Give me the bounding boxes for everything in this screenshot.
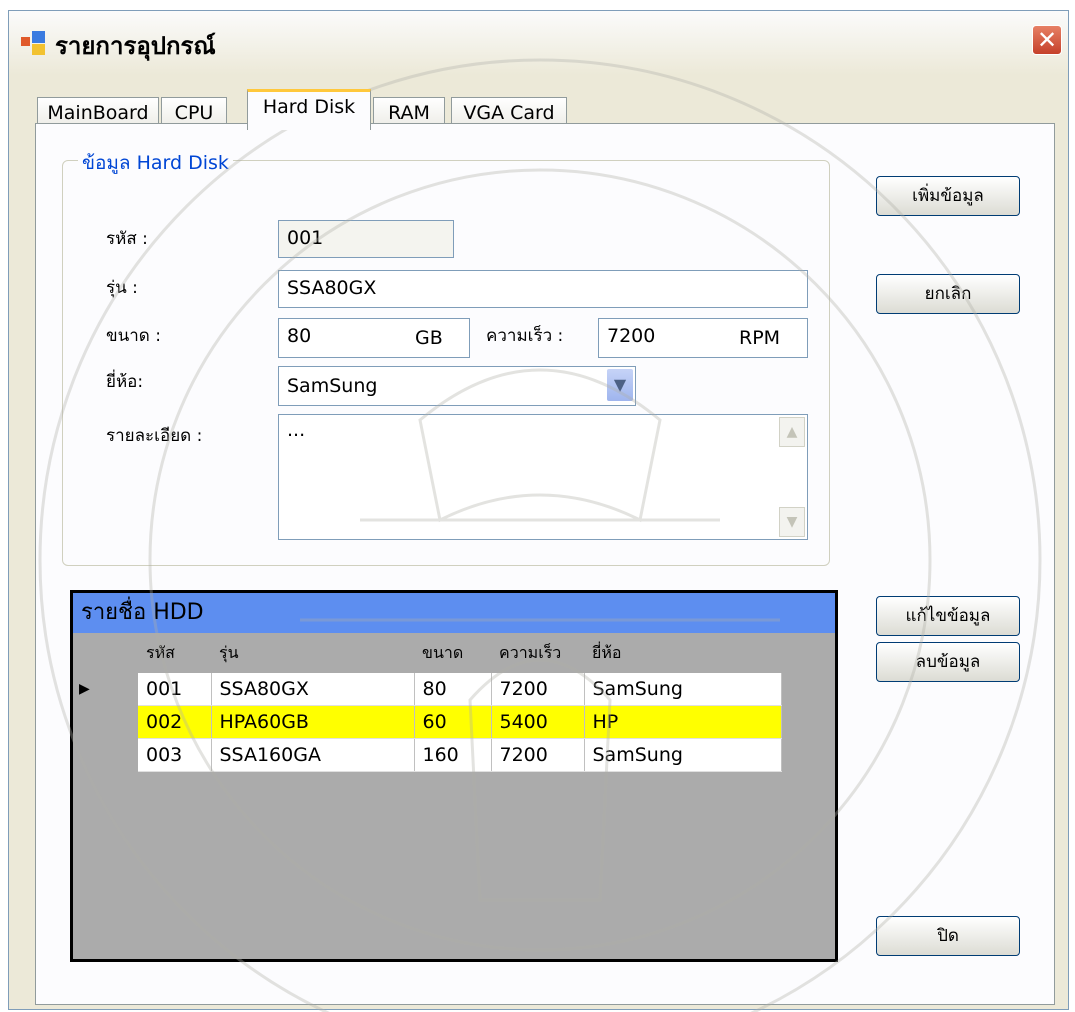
column-header-brand[interactable]: ยี่ห้อ: [584, 633, 781, 673]
app-icon: [21, 31, 45, 55]
size-value: 80: [287, 325, 312, 347]
add-data-button[interactable]: เพิ่มข้อมูล: [876, 176, 1020, 216]
speed-label: ความเร็ว :: [486, 326, 564, 346]
id-label: รหัส :: [106, 229, 148, 249]
speed-value: 7200: [607, 325, 656, 347]
detail-value: ...: [287, 419, 306, 441]
cell-size[interactable]: 80: [414, 673, 492, 706]
cell-brand[interactable]: SamSung: [584, 673, 782, 706]
row-header[interactable]: [73, 705, 138, 739]
table-row[interactable]: ▶ 001 SSA80GX 80 7200 SamSung: [73, 673, 782, 706]
size-unit: GB: [415, 327, 443, 349]
cell-speed[interactable]: 7200: [491, 673, 585, 706]
cell-id[interactable]: 002: [138, 705, 212, 739]
detail-textarea[interactable]: ... ▲ ▼: [278, 414, 808, 540]
row-header[interactable]: [73, 738, 138, 772]
title-bar[interactable]: รายการอุปกรณ์ ✕: [9, 11, 1068, 75]
cell-speed[interactable]: 5400: [491, 705, 585, 739]
tab-hard-disk[interactable]: Hard Disk: [247, 89, 371, 130]
grid-table: รหัส รุ่น ขนาด ความเร็ว ยี่ห้อ ▶ 001 SSA…: [73, 633, 782, 772]
grid-header-row: รหัส รุ่น ขนาด ความเร็ว ยี่ห้อ: [73, 633, 781, 673]
scroll-up-icon[interactable]: ▲: [779, 417, 805, 447]
delete-data-button[interactable]: ลบข้อมูล: [876, 642, 1020, 682]
grid-caption: รายชื่อ HDD: [73, 593, 835, 633]
size-field[interactable]: 80 GB: [278, 318, 470, 358]
cell-id[interactable]: 001: [138, 673, 212, 706]
cancel-button[interactable]: ยกเลิก: [876, 274, 1020, 314]
column-header-size[interactable]: ขนาด: [414, 633, 491, 673]
cell-id[interactable]: 003: [138, 738, 212, 772]
cell-model[interactable]: SSA160GA: [211, 738, 415, 772]
chevron-down-icon[interactable]: ▼: [607, 369, 633, 401]
groupbox-title: ข้อมูล Hard Disk: [78, 148, 233, 178]
cell-brand[interactable]: SamSung: [584, 738, 782, 772]
size-label: ขนาด :: [106, 326, 161, 346]
table-row[interactable]: 003 SSA160GA 160 7200 SamSung: [73, 738, 782, 772]
detail-label: รายละเอียด :: [106, 426, 203, 446]
id-field[interactable]: 001: [278, 220, 454, 258]
current-row-arrow-icon: ▶: [73, 673, 138, 706]
hdd-data-grid[interactable]: รายชื่อ HDD รหัส รุ่น ขนาด ความเร็ว ยี่ห…: [70, 590, 838, 962]
window-title: รายการอุปกรณ์: [55, 31, 216, 60]
brand-value: SamSung: [287, 375, 378, 397]
cell-size[interactable]: 60: [414, 705, 492, 739]
brand-label: ยี่ห้อ:: [106, 372, 144, 392]
close-window-button[interactable]: ✕: [1032, 25, 1062, 55]
model-field[interactable]: SSA80GX: [278, 270, 808, 308]
row-header-corner: [73, 633, 138, 673]
scroll-down-icon[interactable]: ▼: [779, 507, 805, 537]
brand-combobox[interactable]: SamSung ▼: [278, 366, 636, 406]
speed-field[interactable]: 7200 RPM: [598, 318, 808, 358]
cell-brand[interactable]: HP: [584, 705, 782, 739]
cell-model[interactable]: SSA80GX: [211, 673, 415, 706]
table-row[interactable]: 002 HPA60GB 60 5400 HP: [73, 705, 782, 739]
cell-size[interactable]: 160: [414, 738, 492, 772]
model-label: รุ่น :: [106, 278, 138, 298]
close-button[interactable]: ปิด: [876, 916, 1020, 956]
speed-unit: RPM: [739, 327, 781, 349]
cell-model[interactable]: HPA60GB: [211, 705, 415, 739]
edit-data-button[interactable]: แก้ไขข้อมูล: [876, 596, 1020, 636]
column-header-id[interactable]: รหัส: [138, 633, 211, 673]
column-header-model[interactable]: รุ่น: [211, 633, 414, 673]
cell-speed[interactable]: 7200: [491, 738, 585, 772]
column-header-speed[interactable]: ความเร็ว: [491, 633, 584, 673]
